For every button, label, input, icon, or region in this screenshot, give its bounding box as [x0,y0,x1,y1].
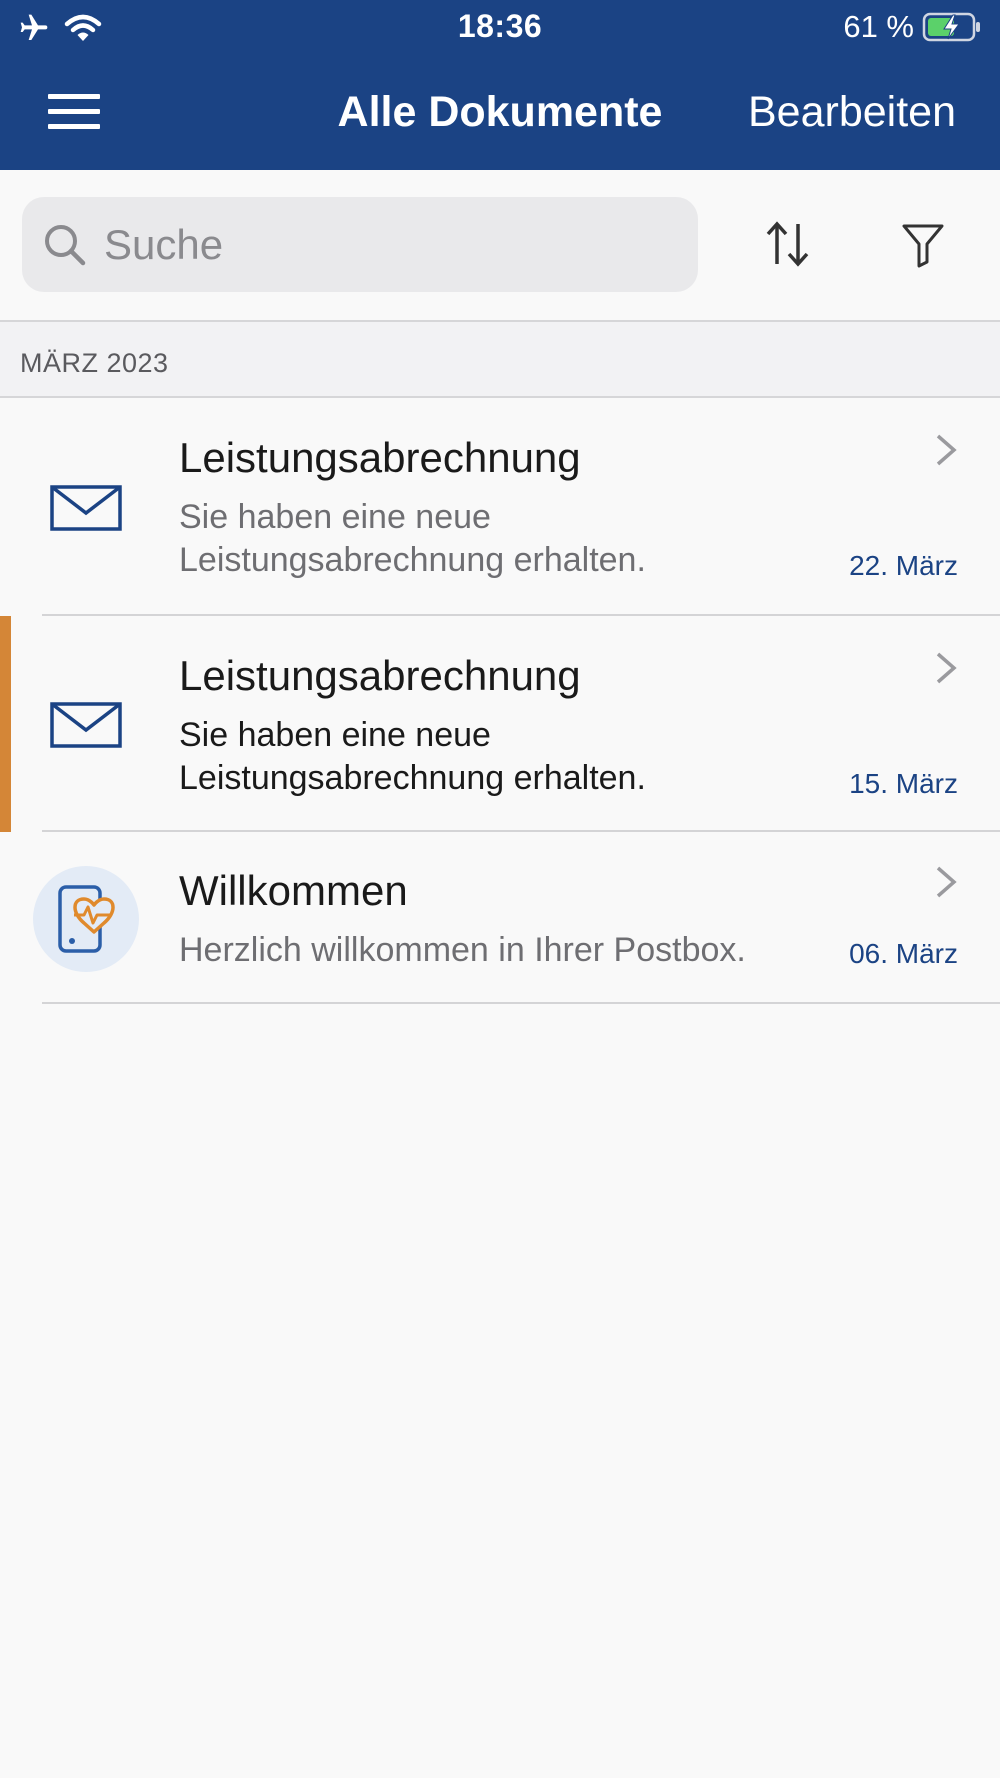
battery-charging-icon [922,12,980,42]
section-label: MÄRZ 2023 [20,348,169,378]
search-input[interactable] [102,219,666,270]
search-field[interactable] [22,197,698,292]
status-bar: 18:36 61 % [0,0,1000,56]
item-date: 22. März [849,550,958,581]
nav-bar: Alle Dokumente Bearbeiten [0,60,1000,170]
phone-heart-icon [33,866,139,972]
filter-icon[interactable] [900,222,946,268]
chevron-right-icon [936,866,957,898]
chevron-right-icon [936,434,957,466]
item-title: Leistungsabrechnung [179,652,581,699]
envelope-icon [50,702,122,748]
item-subtitle-line: Herzlich willkommen in Ihrer Postbox. [179,931,746,969]
item-title: Willkommen [179,867,408,914]
search-row [0,170,1000,320]
item-subtitle: Sie haben eine neue Leistungsabrechnung … [179,714,819,800]
sort-icon[interactable] [765,220,811,268]
section-header: MÄRZ 2023 [0,320,1000,398]
item-subtitle-line: Leistungsabrechnung erhalten. [179,541,646,579]
search-icon [45,224,86,265]
divider [42,1002,1000,1004]
edit-button[interactable]: Bearbeiten [748,88,956,137]
page-title-text: Alle Dokumente [337,88,663,136]
chevron-right-icon [936,652,957,684]
item-subtitle-line: Leistungsabrechnung erhalten. [179,759,646,797]
list-item[interactable]: Leistungsabrechnung Sie haben eine neue … [0,398,1000,616]
app-header: 18:36 61 % Alle Dokumente Bearbeiten [0,0,1000,170]
item-subtitle-line: Sie haben eine neue [179,498,491,536]
item-date: 06. März [849,938,958,969]
envelope-icon [50,485,122,531]
item-title: Leistungsabrechnung [179,434,581,481]
battery-percent: 61 % [843,9,914,44]
item-subtitle: Herzlich willkommen in Ihrer Postbox. [179,929,879,972]
item-subtitle-line: Sie haben eine neue [179,716,491,754]
status-right: 61 % [843,9,982,45]
list-item[interactable]: Leistungsabrechnung Sie haben eine neue … [0,616,1000,832]
item-subtitle: Sie haben eine neue Leistungsabrechnung … [179,496,819,582]
list-item[interactable]: Willkommen Herzlich willkommen in Ihrer … [0,832,1000,1004]
unread-indicator [0,616,11,832]
item-date: 15. März [849,768,958,799]
